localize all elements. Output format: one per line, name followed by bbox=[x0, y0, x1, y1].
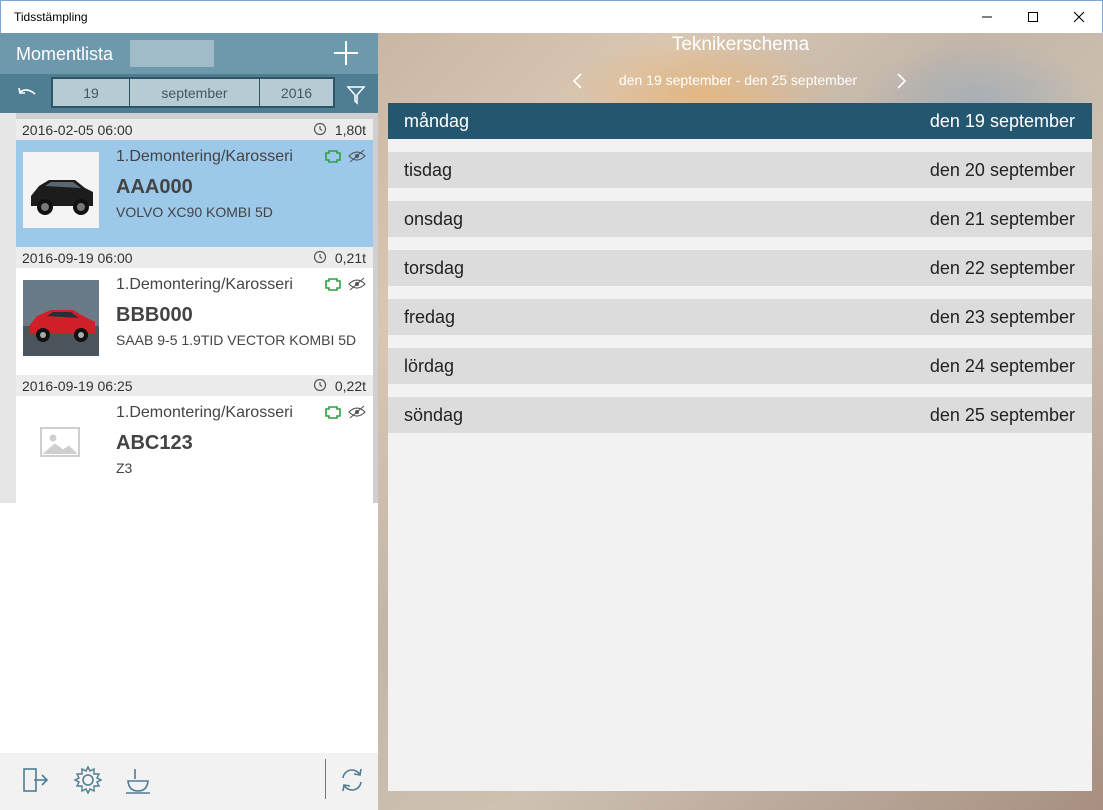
engine-status-icon bbox=[325, 277, 366, 291]
clock-icon bbox=[313, 250, 327, 264]
image-placeholder-icon bbox=[23, 408, 99, 484]
list-item-header: 2016-02-05 06:00 1,80t bbox=[16, 119, 373, 140]
close-icon[interactable] bbox=[1056, 1, 1102, 33]
item-moment: 1.Demontering/Karosseri bbox=[116, 276, 293, 293]
plus-icon[interactable] bbox=[331, 38, 361, 68]
list-item[interactable]: 1.Demontering/Karosseri ABC123 Z3 bbox=[16, 396, 373, 503]
week-range: den 19 september - den 25 september bbox=[618, 72, 858, 88]
maximize-icon[interactable] bbox=[1010, 1, 1056, 33]
item-registration: BBB000 bbox=[116, 304, 193, 326]
undo-icon[interactable] bbox=[16, 84, 38, 104]
day-date: den 25 september bbox=[929, 405, 1075, 425]
toolbar-divider bbox=[325, 759, 326, 799]
window-title: Tidsstämpling bbox=[14, 10, 88, 24]
car-thumbnail bbox=[23, 152, 99, 228]
list-item[interactable]: 1.Demontering/Karosseri AAA000 VOLVO XC9… bbox=[16, 140, 373, 247]
day-name: tisdag bbox=[404, 160, 453, 180]
date-picker[interactable]: 19 september 2016 bbox=[51, 77, 335, 108]
item-timestamp: 2016-02-05 06:00 bbox=[22, 122, 133, 138]
date-bar: 19 september 2016 bbox=[0, 74, 378, 113]
list-item-header: 2016-09-19 06:00 0,21t bbox=[16, 247, 373, 268]
car-thumbnail bbox=[23, 280, 99, 356]
day-name: onsdag bbox=[404, 209, 464, 229]
day-name: måndag bbox=[404, 111, 470, 131]
date-day[interactable]: 19 bbox=[53, 79, 130, 106]
schedule-panel: måndag den 19 september tisdag den 20 se… bbox=[388, 103, 1092, 791]
item-duration: 0,22t bbox=[334, 378, 366, 394]
item-timestamp: 2016-09-19 06:00 bbox=[22, 250, 133, 266]
bottom-toolbar bbox=[0, 753, 378, 810]
moment-list: 2016-02-05 06:00 1,80t 1.Demontering/Kar… bbox=[0, 113, 378, 503]
day-name: fredag bbox=[404, 307, 456, 327]
schedule-title: Teknikerschema bbox=[671, 34, 810, 55]
date-year[interactable]: 2016 bbox=[260, 79, 333, 106]
date-month[interactable]: september bbox=[130, 79, 260, 106]
moment-list-header: Momentlista bbox=[0, 33, 378, 74]
day-name: torsdag bbox=[404, 258, 465, 278]
item-moment: 1.Demontering/Karosseri bbox=[116, 148, 293, 165]
list-gutter bbox=[0, 113, 16, 503]
item-duration: 0,21t bbox=[334, 250, 366, 266]
list-item-header: 2016-09-19 06:25 0,22t bbox=[16, 375, 373, 396]
day-name: söndag bbox=[404, 405, 464, 425]
day-date: den 21 september bbox=[929, 209, 1075, 229]
coffee-break-icon[interactable] bbox=[123, 765, 153, 795]
day-row-sunday[interactable]: söndag den 25 september bbox=[388, 397, 1092, 433]
day-row-tuesday[interactable]: tisdag den 20 september bbox=[388, 152, 1092, 188]
item-model: SAAB 9-5 1.9TID VECTOR KOMBI 5D bbox=[116, 332, 357, 348]
day-row-monday[interactable]: måndag den 19 september bbox=[388, 103, 1092, 139]
moment-list-panel: Momentlista 19 september 2016 2016-02-05… bbox=[0, 33, 378, 810]
day-row-wednesday[interactable]: onsdag den 21 september bbox=[388, 201, 1092, 237]
chevron-right-icon[interactable] bbox=[893, 72, 909, 90]
item-model: Z3 bbox=[116, 460, 133, 476]
minimize-icon[interactable] bbox=[964, 1, 1010, 33]
item-moment: 1.Demontering/Karosseri bbox=[116, 404, 293, 421]
redacted-name bbox=[130, 40, 214, 67]
window-titlebar: Tidsstämpling bbox=[0, 0, 1103, 33]
item-duration: 1,80t bbox=[334, 122, 366, 138]
day-date: den 22 september bbox=[929, 258, 1075, 278]
item-timestamp: 2016-09-19 06:25 bbox=[22, 378, 133, 394]
engine-status-icon bbox=[325, 405, 366, 419]
settings-icon[interactable] bbox=[73, 765, 103, 795]
item-model: VOLVO XC90 KOMBI 5D bbox=[116, 204, 273, 220]
clock-icon bbox=[313, 378, 327, 392]
day-name: lördag bbox=[404, 356, 455, 376]
day-date: den 24 september bbox=[929, 356, 1075, 376]
day-date: den 23 september bbox=[929, 307, 1075, 327]
week-navigation: den 19 september - den 25 september bbox=[378, 70, 1103, 92]
filter-icon[interactable] bbox=[346, 84, 366, 106]
list-item[interactable]: 1.Demontering/Karosseri BBB000 SAAB 9-5 … bbox=[16, 268, 373, 375]
moment-list-title: Momentlista bbox=[16, 44, 114, 64]
day-row-thursday[interactable]: torsdag den 22 september bbox=[388, 250, 1092, 286]
engine-status-icon bbox=[325, 149, 366, 163]
day-date: den 19 september bbox=[929, 111, 1075, 131]
item-registration: ABC123 bbox=[116, 432, 193, 454]
chevron-left-icon[interactable] bbox=[570, 72, 586, 90]
refresh-icon[interactable] bbox=[337, 765, 367, 795]
day-row-saturday[interactable]: lördag den 24 september bbox=[388, 348, 1092, 384]
item-registration: AAA000 bbox=[116, 176, 193, 198]
logout-icon[interactable] bbox=[20, 765, 50, 795]
day-date: den 20 september bbox=[929, 160, 1075, 180]
day-row-friday[interactable]: fredag den 23 september bbox=[388, 299, 1092, 335]
clock-icon bbox=[313, 122, 327, 136]
